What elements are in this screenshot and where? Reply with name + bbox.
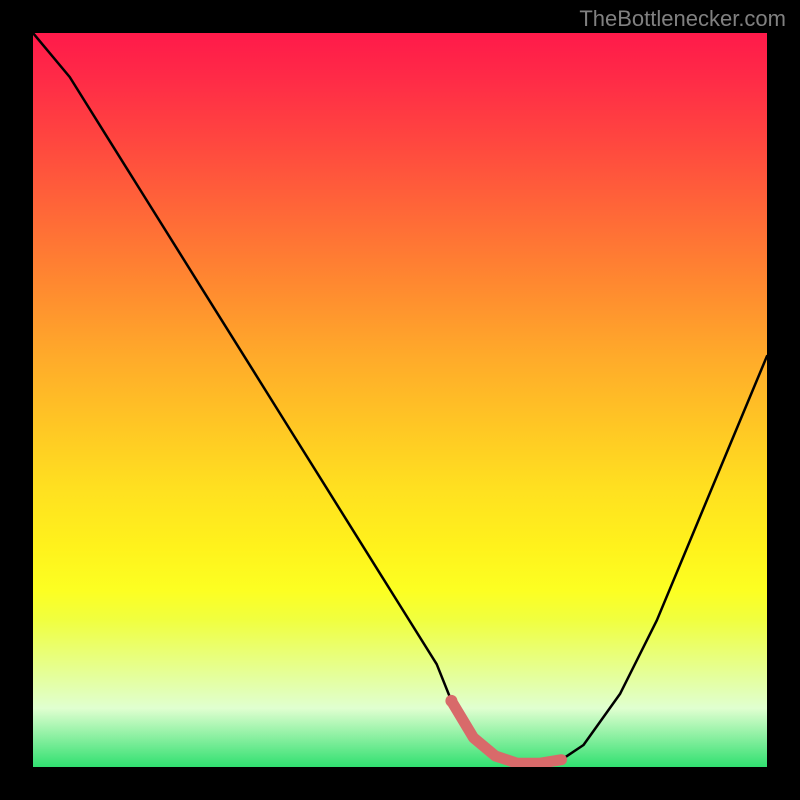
flat-region-dot	[445, 695, 457, 707]
bottleneck-curve	[33, 33, 767, 763]
plot-area	[33, 33, 767, 767]
chart-svg	[33, 33, 767, 767]
flat-region-marker	[451, 701, 561, 763]
watermark-text: TheBottlenecker.com	[579, 6, 786, 32]
